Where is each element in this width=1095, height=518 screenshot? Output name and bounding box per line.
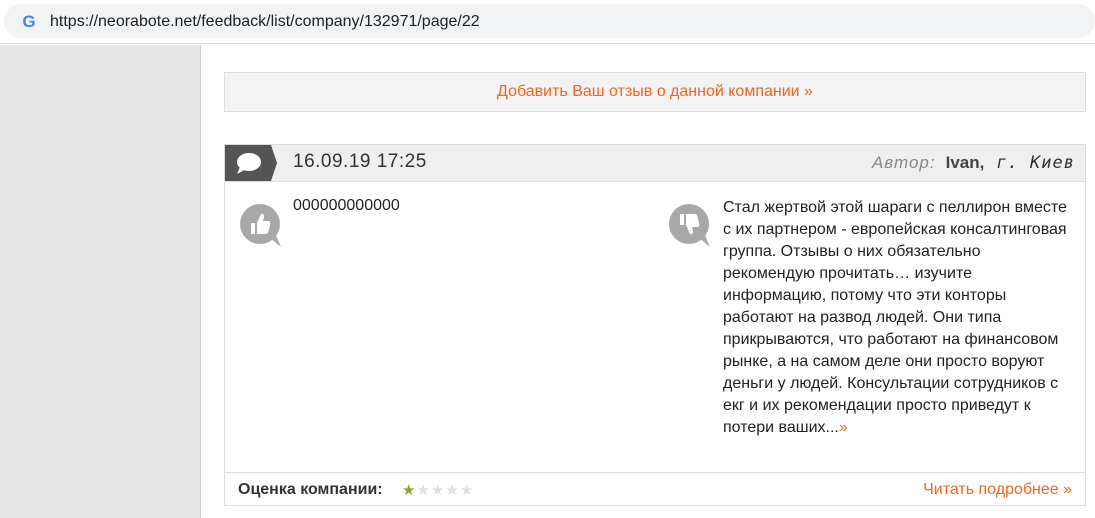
add-review-button[interactable]: Добавить Ваш отзыв о данной компании » bbox=[224, 72, 1086, 112]
positive-text: 000000000000 bbox=[293, 197, 400, 214]
review-footer: Оценка компании: ★★★★★ Читать подробнее … bbox=[225, 472, 1085, 506]
review-header: 16.09.19 17:25 Автор: Ivan, г. Киев bbox=[225, 145, 1085, 182]
star-filled-icon: ★ bbox=[402, 482, 417, 499]
star-empty-icon: ★ bbox=[416, 482, 431, 499]
star-empty-icon: ★ bbox=[430, 482, 446, 499]
review-author: Автор: Ivan, г. Киев bbox=[872, 153, 1075, 173]
rating-stars: ★★★★★ bbox=[402, 481, 474, 499]
browser-address-bar: G https://neorabote.net/feedback/list/co… bbox=[0, 0, 1095, 44]
thumbs-up-icon bbox=[240, 204, 281, 247]
thumbs-down-icon bbox=[669, 204, 710, 247]
read-more-link[interactable]: Читать подробнее » bbox=[923, 481, 1072, 499]
negative-text-body: Стал жертвой этой шараги с пеллирон вмес… bbox=[723, 199, 1067, 436]
star-empty-icon: ★ bbox=[445, 482, 460, 499]
google-g-icon: G bbox=[22, 12, 36, 31]
left-sidebar bbox=[0, 45, 201, 518]
negative-more-link[interactable]: » bbox=[839, 419, 848, 436]
rating-label: Оценка компании: bbox=[238, 481, 383, 498]
review-card: 16.09.19 17:25 Автор: Ivan, г. Киев 000000… bbox=[224, 144, 1086, 506]
author-label: Автор: bbox=[871, 153, 936, 172]
author-name: Ivan, bbox=[945, 153, 985, 172]
comment-icon bbox=[225, 145, 277, 181]
url-text[interactable]: https://neorabote.net/feedback/list/comp… bbox=[50, 12, 480, 32]
negative-text: Стал жертвой этой шараги с пеллирон вмес… bbox=[723, 197, 1073, 439]
review-date: 16.09.19 17:25 bbox=[293, 151, 427, 172]
star-empty-icon: ★ bbox=[459, 482, 475, 499]
author-city: г. Киев bbox=[996, 153, 1075, 173]
url-field[interactable]: G https://neorabote.net/feedback/list/co… bbox=[4, 4, 1095, 38]
